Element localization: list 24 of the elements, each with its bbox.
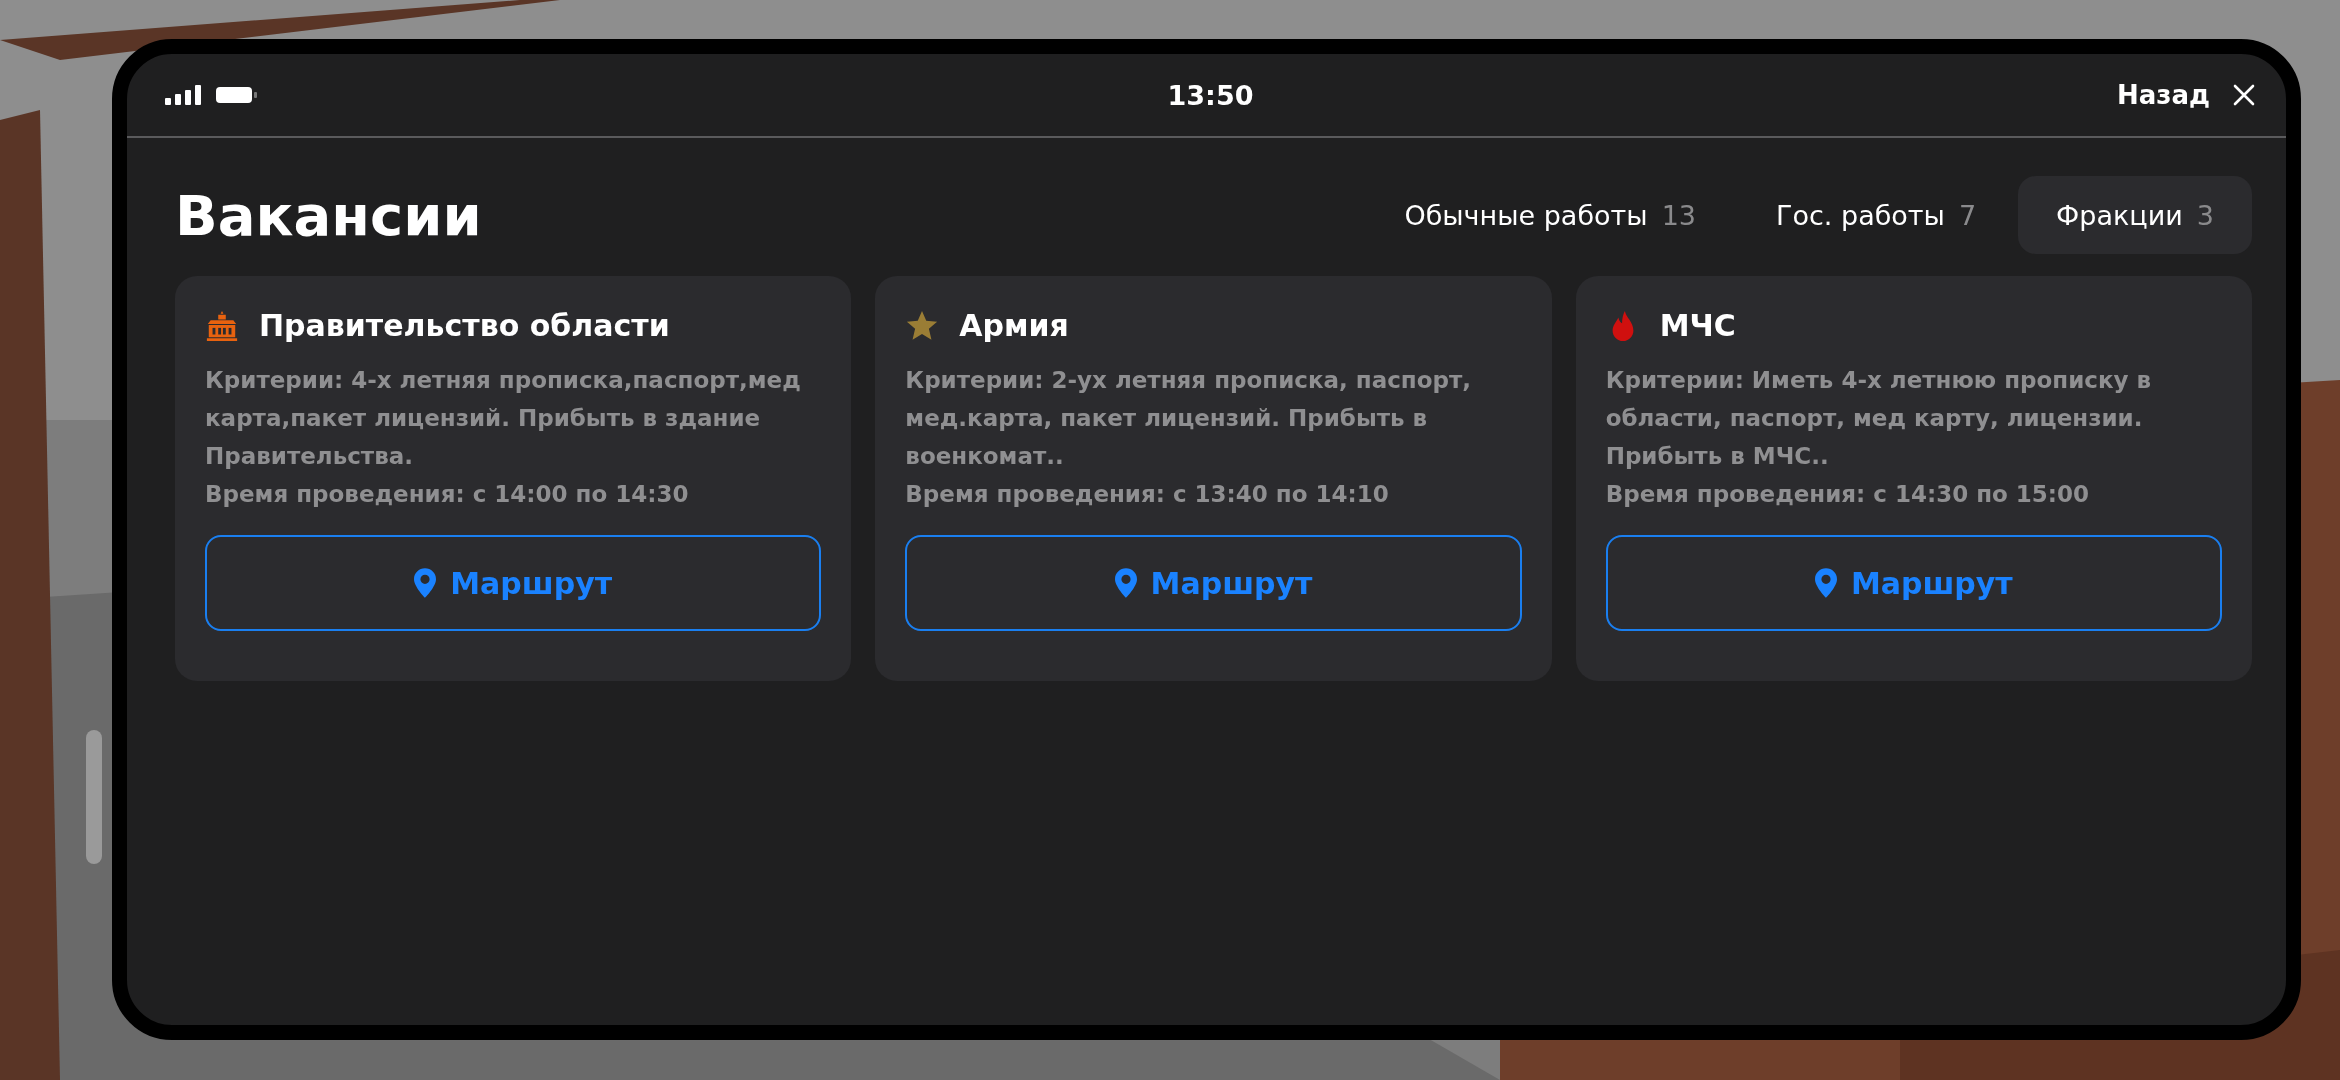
criteria-text: Критерии: 4-х летняя прописка,паспорт,мед карта,пакет лицензий. Прибыть в здание Правительства. <box>205 366 802 471</box>
schedule-text: Время проведения: с 14:30 по 15:00 <box>1605 480 2091 509</box>
route-button[interactable]: Маршрут <box>1605 535 2222 631</box>
card-title: Правительство области <box>259 308 670 343</box>
schedule-text: Время проведения: с 14:00 по 14:30 <box>205 480 690 509</box>
criteria-text: Критерии: Иметь 4-х летнюю прописку в области, паспорт, мед карту, лицензии. Прибыть в МЧС.. <box>1605 366 2153 471</box>
location-pin-icon <box>414 568 437 598</box>
category-tab[interactable]: Обычные работы 13 <box>1366 176 1734 254</box>
route-button[interactable]: Маршрут <box>905 535 1522 631</box>
back-button[interactable]: Назад <box>2036 80 2256 110</box>
criteria-text: Критерии: 2-ух летняя прописка, паспорт, мед.карта, пакет лицензий. Прибыть в военкомат.. <box>905 366 1473 471</box>
battery-icon <box>215 86 257 104</box>
page-title: Вакансии <box>175 182 482 248</box>
location-pin-icon <box>1114 568 1137 598</box>
card-title: Армия <box>959 308 1069 343</box>
close-icon <box>2232 83 2256 107</box>
category-tab[interactable]: Гос. работы 7 <box>1738 176 2015 254</box>
location-pin-icon <box>1814 568 1837 598</box>
clock-time: 13:50 <box>1167 79 1254 111</box>
category-tab[interactable]: Фракции 3 <box>2018 176 2252 254</box>
route-button[interactable]: Маршрут <box>205 535 822 631</box>
schedule-text: Время проведения: с 13:40 по 14:10 <box>905 480 1390 509</box>
signal-icon <box>165 85 201 105</box>
card-title: МЧС <box>1659 308 1736 343</box>
